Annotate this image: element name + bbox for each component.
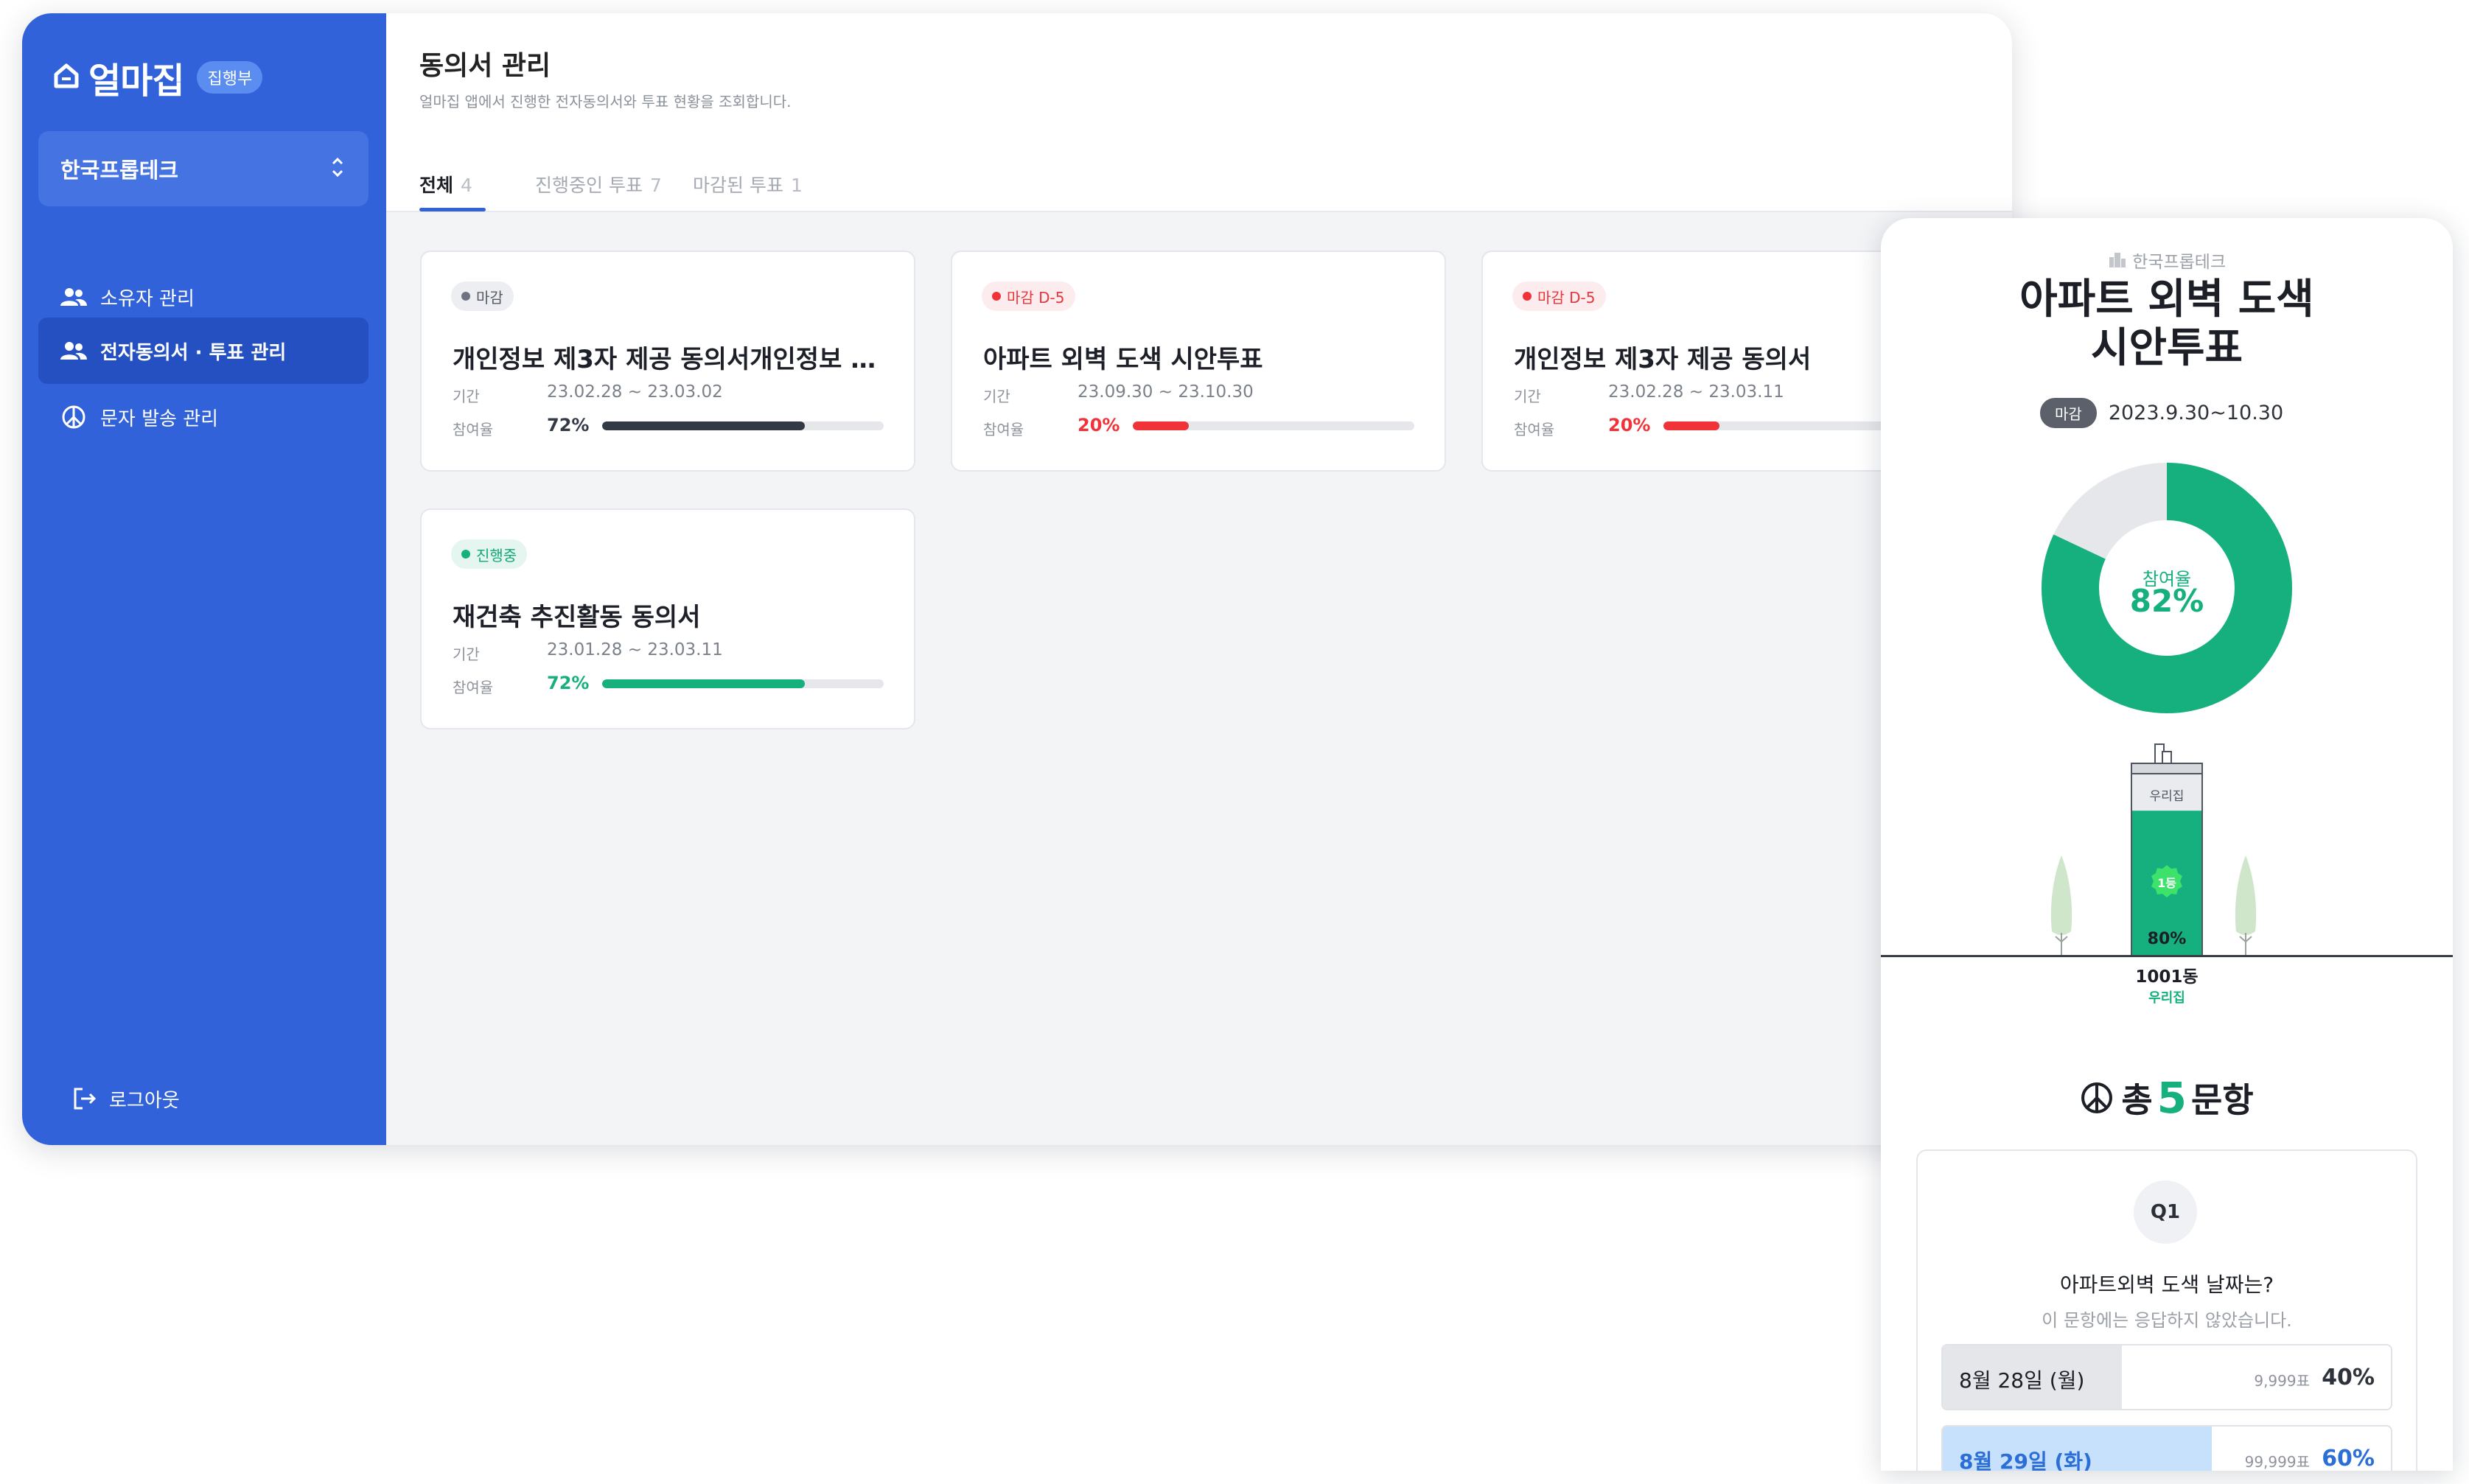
status-badge: 마감 D-5 xyxy=(1512,281,1606,311)
total-suffix: 문항 xyxy=(2191,1080,2254,1120)
tab-label: 전체 xyxy=(419,175,454,196)
answer-option[interactable]: 8월 29일 (화) 99,999표 60% xyxy=(1941,1425,2392,1471)
users-icon xyxy=(59,282,88,312)
status-badge: 진행중 xyxy=(451,539,528,569)
participation-label: 참여율 xyxy=(453,679,494,696)
consent-card[interactable]: 마감 개인정보 제3자 제공 동의서개인정보 제3자 제공 동의서 기간 23.… xyxy=(420,251,915,472)
tab-underline xyxy=(419,208,486,211)
card-title: 아파트 외벽 도색 시안투표 xyxy=(983,345,1263,374)
tab-label: 진행중인 투표 xyxy=(535,175,643,196)
tab-all[interactable]: 전체 4 xyxy=(419,171,472,197)
building-percent: 80% xyxy=(2147,930,2187,948)
role-badge: 집행부 xyxy=(197,61,263,94)
dong-sublabel: 우리집 xyxy=(2148,990,2185,1006)
total-prefix: 총 xyxy=(2121,1080,2153,1120)
participation-bar xyxy=(1133,421,1414,430)
peace-icon xyxy=(59,402,88,432)
sidebar-item-consent-vote[interactable]: 전자동의서 · 투표 관리 xyxy=(38,318,369,384)
tree-icon xyxy=(2235,855,2257,935)
participation-value: 72% xyxy=(547,415,590,435)
building-icon xyxy=(2108,253,2127,272)
card-title: 개인정보 제3자 제공 동의서개인정보 제3자 제공 동의서 xyxy=(453,345,895,374)
participation-value: 72% xyxy=(547,673,590,693)
logout-button[interactable]: 로그아웃 xyxy=(38,1073,369,1124)
participation-value: 82% xyxy=(2129,583,2204,619)
mobile-title-line: 시안투표 xyxy=(2090,324,2243,372)
participation-bar xyxy=(602,679,884,688)
ground-line xyxy=(1881,955,2453,957)
page-title: 동의서 관리 xyxy=(419,51,551,81)
chevron-up-down-icon xyxy=(329,155,346,183)
sidebar-item-sms[interactable]: 문자 발송 관리 xyxy=(38,384,369,450)
org-select[interactable]: 한국프롭테크 xyxy=(38,131,369,206)
question-card: Q1 아파트외벽 도색 날짜는? 이 문항에는 응답하지 않았습니다. 8월 2… xyxy=(1916,1149,2417,1471)
period-label: 기간 xyxy=(983,388,1010,405)
period-value: 23.02.28 ~ 23.03.11 xyxy=(1608,382,1784,402)
rank-badge: 1등 xyxy=(2157,876,2176,890)
question-number: Q1 xyxy=(2134,1180,2197,1244)
status-badge: 마감 xyxy=(2040,398,2097,428)
tab-count: 1 xyxy=(790,175,803,196)
option-percent: 40% xyxy=(2322,1365,2375,1390)
participation-value: 20% xyxy=(1078,415,1120,435)
question-note: 이 문항에는 응답하지 않았습니다. xyxy=(2042,1310,2292,1331)
total-count: 5 xyxy=(2157,1073,2187,1123)
period-value: 23.02.28 ~ 23.03.02 xyxy=(547,382,723,402)
page-subtitle: 얼마집 앱에서 진행한 전자동의서와 투표 현황을 조회합니다. xyxy=(419,93,792,111)
users-icon xyxy=(59,336,88,365)
mobile-vote-detail: 한국프롭테크 아파트 외벽 도색 시안투표 마감 2023.9.30~10.30… xyxy=(1881,218,2453,1471)
org-select-value: 한국프롭테크 xyxy=(60,158,179,183)
participation-label: 참여율 xyxy=(1514,421,1555,438)
period-value: 23.09.30 ~ 23.10.30 xyxy=(1078,382,1254,402)
card-title: 재건축 추진활동 동의서 xyxy=(453,603,701,632)
status-badge: 마감 D-5 xyxy=(982,281,1075,311)
question-total: 총 5 문항 xyxy=(1881,1073,2453,1123)
tab-in-progress[interactable]: 진행중인 투표 7 xyxy=(535,171,662,197)
building-illustration xyxy=(2050,743,2257,956)
sidebar-item-label: 문자 발송 관리 xyxy=(100,407,219,430)
logout-label: 로그아웃 xyxy=(109,1089,180,1112)
consent-card[interactable]: 진행중 재건축 추진활동 동의서 기간 23.01.28 ~ 23.03.11 … xyxy=(420,508,915,729)
option-votes: 9,999표 xyxy=(2254,1372,2310,1390)
option-votes: 99,999표 xyxy=(2244,1453,2310,1471)
brand-name: 얼마집 xyxy=(88,60,184,102)
mobile-title: 아파트 외벽 도색 시안투표 xyxy=(1881,276,2453,373)
option-label: 8월 29일 (화) xyxy=(1959,1449,2092,1471)
peace-icon xyxy=(2080,1081,2114,1115)
mobile-title-line: 아파트 외벽 도색 xyxy=(2019,276,2314,323)
option-label: 8월 28일 (월) xyxy=(1959,1368,2085,1393)
tab-count: 4 xyxy=(461,175,472,196)
participation-value: 20% xyxy=(1608,415,1651,435)
tree-icon xyxy=(2050,855,2072,935)
mobile-org: 한국프롭테크 xyxy=(1881,248,2453,273)
sidebar-item-label: 전자동의서 · 투표 관리 xyxy=(100,341,287,364)
home-icon xyxy=(52,61,81,94)
sidebar-item-label: 소유자 관리 xyxy=(100,287,195,310)
sidebar: 얼마집 집행부 한국프롭테크 소유자 관리 전자동의서 · 투표 관리 문자 발… xyxy=(22,13,386,1145)
dong-label: 1001동 xyxy=(2135,967,2199,987)
logout-icon xyxy=(72,1086,97,1111)
participation-bar xyxy=(602,421,884,430)
answer-option[interactable]: 8월 28일 (월) 9,999표 40% xyxy=(1941,1344,2392,1410)
tab-closed[interactable]: 마감된 투표 1 xyxy=(693,171,803,197)
period-value: 23.01.28 ~ 23.03.11 xyxy=(547,640,723,659)
period-label: 기간 xyxy=(453,388,480,405)
tab-count: 7 xyxy=(649,175,662,196)
participation-label: 참여율 xyxy=(453,421,494,438)
question-text: 아파트외벽 도색 날짜는? xyxy=(2059,1273,2274,1297)
status-badge: 마감 xyxy=(451,281,514,311)
logo[interactable]: 얼마집 집행부 xyxy=(52,52,263,103)
main-window: 얼마집 집행부 한국프롭테크 소유자 관리 전자동의서 · 투표 관리 문자 발… xyxy=(22,13,2012,1145)
page-header: 동의서 관리 얼마집 앱에서 진행한 전자동의서와 투표 현황을 조회합니다. … xyxy=(386,13,2012,212)
tab-label: 마감된 투표 xyxy=(693,175,783,196)
mobile-period: 마감 2023.9.30~10.30 xyxy=(2040,398,2283,428)
period-label: 기간 xyxy=(1514,388,1541,405)
period-value: 2023.9.30~10.30 xyxy=(2108,402,2284,424)
participation-label: 참여율 xyxy=(983,421,1024,438)
building-label: 우리집 xyxy=(2149,789,2185,804)
option-percent: 60% xyxy=(2322,1446,2375,1471)
period-label: 기간 xyxy=(453,645,480,663)
consent-card[interactable]: 마감 D-5 아파트 외벽 도색 시안투표 기간 23.09.30 ~ 23.1… xyxy=(951,251,1446,472)
